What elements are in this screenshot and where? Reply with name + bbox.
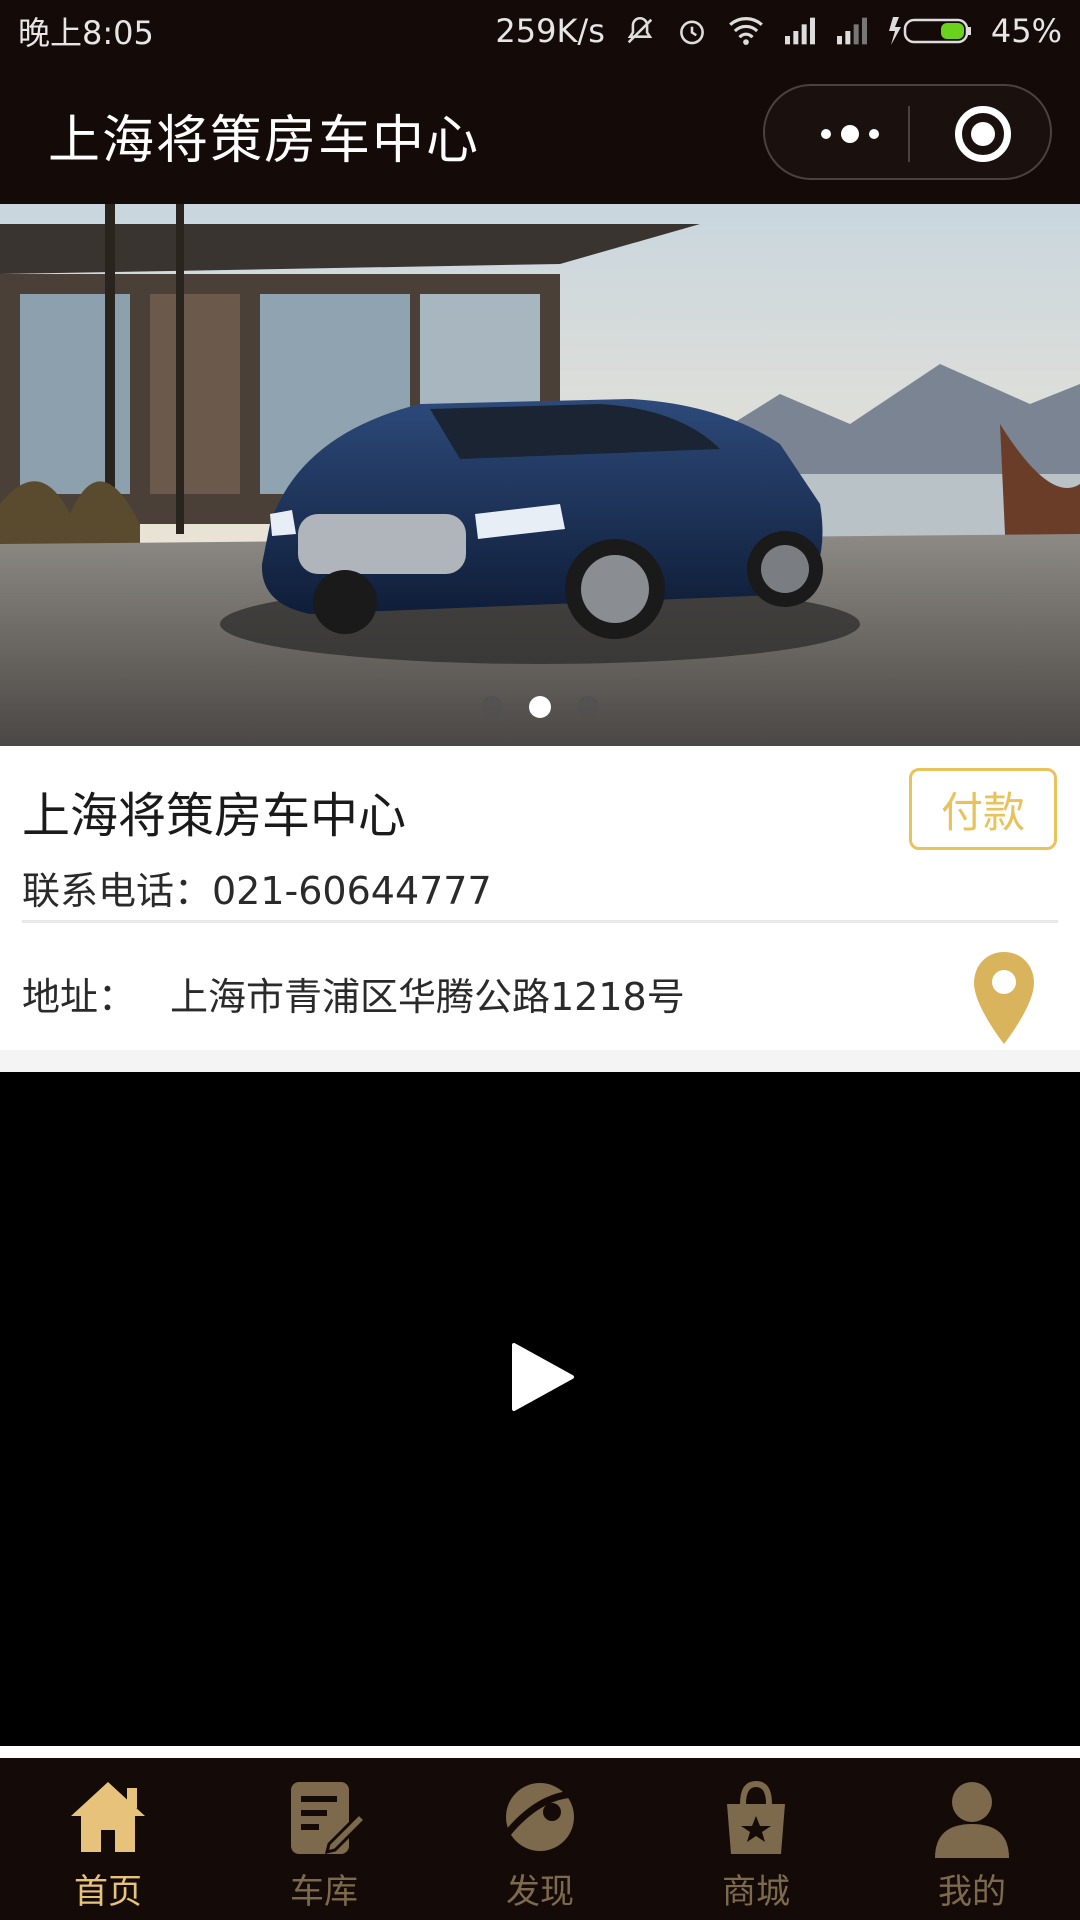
bottom-tab-bar: 首页 车库 发现 商城 我的 xyxy=(0,1758,1080,1920)
address-label: 地址： xyxy=(22,975,137,1019)
tab-label: 首页 xyxy=(74,1872,142,1912)
shop-info-card: 上海将策房车中心 付款 联系电话：021-60644777 地址： 上海市青浦区… xyxy=(0,746,1080,1050)
tab-garage[interactable]: 车库 xyxy=(216,1758,432,1920)
shop-name: 上海将策房车中心 xyxy=(22,788,407,844)
tab-shop[interactable]: 商城 xyxy=(648,1758,864,1920)
divider xyxy=(22,920,1058,923)
shop-bag-icon xyxy=(727,1780,785,1854)
pay-button[interactable]: 付款 xyxy=(909,768,1057,850)
signal-icon-2 xyxy=(835,16,869,46)
network-speed: 259K/s xyxy=(495,12,605,50)
more-dot-icon xyxy=(841,125,859,143)
edit-icon xyxy=(291,1782,367,1855)
tab-discover[interactable]: 发现 xyxy=(432,1758,648,1920)
bell-mute-icon xyxy=(623,14,657,48)
play-icon[interactable] xyxy=(508,1342,578,1412)
alarm-icon xyxy=(675,14,709,48)
section-gap xyxy=(0,1050,1080,1072)
close-target-icon[interactable] xyxy=(955,106,1011,162)
more-dot-icon xyxy=(821,129,831,139)
carousel-indicators xyxy=(0,696,1080,718)
wifi-icon xyxy=(727,15,765,47)
address-value[interactable]: 上海市青浦区华腾公路1218号 xyxy=(170,966,685,1021)
video-player[interactable] xyxy=(0,1072,1080,1746)
battery-icon xyxy=(887,15,973,47)
carousel-dot-active[interactable] xyxy=(529,696,551,718)
tab-label: 商城 xyxy=(722,1872,790,1912)
nav-bar: 上海将策房车中心 xyxy=(0,62,1080,204)
status-time: 晚上8:05 xyxy=(18,14,154,52)
carousel-dot[interactable] xyxy=(577,696,599,718)
tab-label: 车库 xyxy=(290,1872,358,1912)
location-pin-icon[interactable] xyxy=(972,950,1036,1046)
mini-program-capsule xyxy=(763,84,1052,180)
carousel-dot[interactable] xyxy=(481,696,503,718)
tab-label: 我的 xyxy=(938,1872,1006,1912)
screen: 晚上8:05 259K/s 45% 上海将策房车中心 上海将策房车中心 付款 联… xyxy=(0,0,1080,1920)
status-icons: 259K/s 45% xyxy=(495,12,1062,50)
discover-icon xyxy=(504,1783,578,1851)
banner-image xyxy=(0,204,1080,746)
banner-carousel[interactable] xyxy=(0,204,1080,746)
battery-percent: 45% xyxy=(990,12,1062,50)
phone-number[interactable]: 联系电话：021-60644777 xyxy=(22,860,492,915)
status-bar: 晚上8:05 259K/s 45% xyxy=(0,0,1080,62)
capsule-divider xyxy=(908,106,910,162)
page-title: 上海将策房车中心 xyxy=(48,111,481,171)
signal-icon xyxy=(783,16,817,46)
tab-label: 发现 xyxy=(506,1872,574,1912)
tab-mine[interactable]: 我的 xyxy=(864,1758,1080,1920)
more-options-button[interactable] xyxy=(795,108,905,160)
home-icon xyxy=(71,1782,145,1852)
more-dot-icon xyxy=(869,129,879,139)
user-icon xyxy=(935,1782,1009,1858)
tab-home[interactable]: 首页 xyxy=(0,1758,216,1920)
tab-bar-separator xyxy=(0,1746,1080,1758)
